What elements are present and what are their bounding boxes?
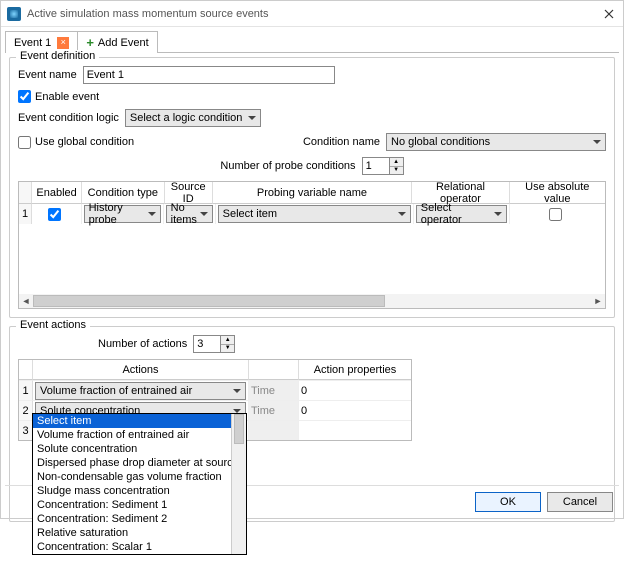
list-item[interactable]: Relative saturation — [33, 526, 246, 540]
list-item[interactable]: Concentration: Sediment 1 — [33, 498, 246, 512]
col-condition-type: Condition type — [82, 182, 165, 204]
action-select[interactable]: Volume fraction of entrained air — [35, 382, 246, 400]
actions-count-input[interactable] — [193, 335, 221, 353]
action-select-dropdown[interactable]: Select item Volume fraction of entrained… — [32, 413, 247, 555]
probe-count-input[interactable] — [362, 157, 390, 175]
prop-label — [249, 420, 299, 440]
list-item[interactable]: Concentration: Sediment 2 — [33, 512, 246, 526]
tab-label: Add Event — [98, 37, 149, 49]
col-enabled: Enabled — [32, 182, 82, 204]
col-source-id: Source ID — [165, 182, 213, 204]
list-item[interactable]: Volume fraction of entrained air — [33, 428, 246, 442]
event-definition-group: Event definition Event name Enable event… — [9, 57, 615, 318]
window-title: Active simulation mass momentum source e… — [27, 8, 601, 20]
relational-op-select[interactable]: Select operator — [416, 205, 508, 223]
condition-type-select[interactable]: History probe — [84, 205, 161, 223]
spin-up-icon[interactable]: ▲ — [221, 336, 234, 345]
col-relational-op: Relational operator — [412, 182, 509, 204]
scroll-thumb[interactable] — [33, 295, 385, 307]
scroll-left-icon[interactable]: ◄ — [19, 294, 33, 308]
prop-value[interactable]: 0 — [299, 400, 411, 420]
spin-up-icon[interactable]: ▲ — [390, 158, 403, 167]
condition-name-label: Condition name — [303, 136, 380, 148]
col-prop-label — [249, 360, 299, 380]
abs-value-checkbox[interactable] — [549, 208, 562, 221]
table-row: 1 History probe No items Select item Sel… — [19, 204, 605, 224]
list-item[interactable]: Solute concentration — [33, 442, 246, 456]
condition-name-select: No global conditions — [386, 133, 606, 151]
dialog: Active simulation mass momentum source e… — [0, 0, 624, 519]
col-prop-value: Action properties — [299, 360, 411, 380]
prop-value[interactable] — [299, 420, 411, 440]
use-global-label: Use global condition — [35, 136, 134, 148]
titlebar: Active simulation mass momentum source e… — [1, 1, 623, 27]
use-global-checkbox[interactable] — [18, 136, 31, 149]
spin-down-icon[interactable]: ▼ — [390, 167, 403, 175]
plus-icon: + — [86, 35, 94, 50]
list-item[interactable]: Concentration: Scalar 1 — [33, 540, 246, 554]
tab-label: Event 1 — [14, 37, 51, 49]
actions-count-spinner[interactable]: ▲▼ — [193, 335, 235, 353]
spin-down-icon[interactable]: ▼ — [221, 345, 234, 353]
h-scrollbar[interactable]: ◄ ► — [19, 294, 605, 308]
list-item[interactable]: Dispersed phase drop diameter at source — [33, 456, 246, 470]
app-icon — [7, 7, 21, 21]
list-item[interactable]: Select item — [33, 414, 246, 428]
col-probing-var: Probing variable name — [213, 182, 413, 204]
probing-var-select[interactable]: Select item — [218, 205, 411, 223]
conditions-table: Enabled Condition type Source ID Probing… — [18, 181, 606, 309]
scroll-right-icon[interactable]: ► — [591, 294, 605, 308]
event-name-label: Event name — [18, 69, 77, 81]
ok-button[interactable]: OK — [475, 492, 541, 512]
close-tab-icon[interactable]: × — [57, 37, 69, 49]
logic-label: Event condition logic — [18, 112, 119, 124]
group-title: Event actions — [16, 319, 90, 331]
close-button[interactable] — [601, 6, 617, 22]
probe-count-spinner[interactable]: ▲▼ — [362, 157, 404, 175]
prop-value[interactable]: 0 — [299, 380, 411, 400]
source-id-select[interactable]: No items — [166, 205, 213, 223]
row-number: 1 — [19, 204, 32, 224]
prop-label: Time — [249, 380, 299, 400]
event-name-input[interactable] — [83, 66, 335, 84]
logic-select[interactable]: Select a logic condition — [125, 109, 261, 127]
col-actions: Actions — [33, 360, 249, 380]
row-enabled-checkbox[interactable] — [48, 208, 61, 221]
prop-label: Time — [249, 400, 299, 420]
group-title: Event definition — [16, 50, 99, 62]
table-row: 1 Volume fraction of entrained air Time … — [19, 380, 411, 400]
list-item[interactable]: Non-condensable gas volume fraction — [33, 470, 246, 484]
dropdown-scrollbar[interactable] — [231, 414, 246, 554]
enable-event-checkbox[interactable] — [18, 90, 31, 103]
actions-count-label: Number of actions — [98, 338, 187, 350]
enable-event-label: Enable event — [35, 91, 99, 103]
scroll-thumb[interactable] — [234, 414, 244, 444]
cancel-button[interactable]: Cancel — [547, 492, 613, 512]
probe-count-label: Number of probe conditions — [220, 160, 355, 172]
list-item[interactable]: Sludge mass concentration — [33, 484, 246, 498]
col-abs-value: Use absolute value — [510, 182, 605, 204]
